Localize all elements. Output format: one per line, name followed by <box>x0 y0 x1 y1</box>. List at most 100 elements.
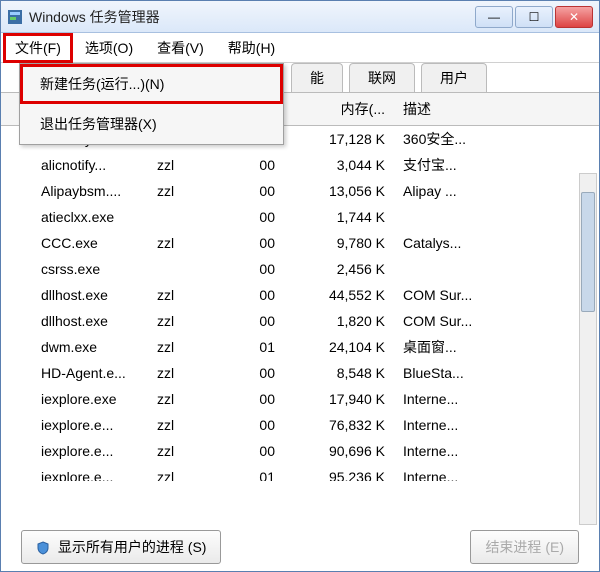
cell-mem: 2,456 K <box>281 258 391 280</box>
show-all-users-button[interactable]: 显示所有用户的进程 (S) <box>21 530 221 564</box>
table-row[interactable]: atieclxx.exe 001,744 K <box>1 204 599 230</box>
table-row[interactable]: CCC.exezzl009,780 KCatalys... <box>1 230 599 256</box>
cell-user: zzl <box>151 310 231 332</box>
menu-item-new-task[interactable]: 新建任务(运行...)(N) <box>20 64 283 104</box>
app-icon <box>7 9 23 25</box>
cell-desc: Interne... <box>391 414 599 436</box>
cell-user: zzl <box>151 154 231 176</box>
shield-icon <box>36 541 50 555</box>
cell-user <box>151 214 231 220</box>
cell-mem: 8,548 K <box>281 362 391 384</box>
cell-cpu: 01 <box>231 466 281 481</box>
cell-desc: Interne... <box>391 440 599 462</box>
table-row[interactable]: iexplore.e...zzl0090,696 KInterne... <box>1 438 599 464</box>
cell-desc: Interne... <box>391 466 599 481</box>
cell-name: Alipaybsm.... <box>1 180 151 202</box>
cell-user: zzl <box>151 232 231 254</box>
cell-cpu: 00 <box>231 258 281 280</box>
cell-cpu: 00 <box>231 440 281 462</box>
cell-desc <box>391 214 599 220</box>
cell-user: zzl <box>151 414 231 436</box>
cell-mem: 90,696 K <box>281 440 391 462</box>
cell-mem: 95,236 K <box>281 466 391 481</box>
cell-cpu: 00 <box>231 414 281 436</box>
cell-name: alicnotify... <box>1 154 151 176</box>
menubar: 文件(F) 选项(O) 查看(V) 帮助(H) <box>1 33 599 63</box>
col-description[interactable]: 描述 <box>391 96 599 122</box>
cell-desc: COM Sur... <box>391 310 599 332</box>
cell-user <box>151 266 231 272</box>
menu-view[interactable]: 查看(V) <box>145 33 216 63</box>
maximize-button[interactable]: ☐ <box>515 6 553 28</box>
table-row[interactable]: dllhost.exezzl0044,552 KCOM Sur... <box>1 282 599 308</box>
titlebar[interactable]: Windows 任务管理器 — ☐ ✕ <box>1 1 599 33</box>
table-body: 360Tray.ex...zzl0017,128 K360安全...alicno… <box>1 126 599 481</box>
cell-user: zzl <box>151 336 231 358</box>
cell-mem: 1,744 K <box>281 206 391 228</box>
close-button[interactable]: ✕ <box>555 6 593 28</box>
cell-mem: 76,832 K <box>281 414 391 436</box>
cell-cpu: 00 <box>231 180 281 202</box>
cell-cpu: 00 <box>231 362 281 384</box>
file-menu-dropdown: 新建任务(运行...)(N) 退出任务管理器(X) <box>19 63 284 145</box>
cell-mem: 3,044 K <box>281 154 391 176</box>
minimize-button[interactable]: — <box>475 6 513 28</box>
cell-desc: 桌面窗... <box>391 334 599 360</box>
menu-item-exit[interactable]: 退出任务管理器(X) <box>20 104 283 144</box>
table-row[interactable]: iexplore.e...zzl0195,236 KInterne... <box>1 464 599 481</box>
scroll-thumb[interactable] <box>581 192 595 312</box>
cell-desc <box>391 266 599 272</box>
cell-desc: Interne... <box>391 388 599 410</box>
cell-name: iexplore.e... <box>1 440 151 462</box>
cell-cpu: 00 <box>231 388 281 410</box>
tab-networking[interactable]: 联网 <box>349 63 415 92</box>
cell-name: iexplore.e... <box>1 466 151 481</box>
cell-desc: Catalys... <box>391 232 599 254</box>
cell-name: dllhost.exe <box>1 284 151 306</box>
cell-cpu: 00 <box>231 154 281 176</box>
table-row[interactable]: dwm.exezzl0124,104 K桌面窗... <box>1 334 599 360</box>
cell-mem: 17,128 K <box>281 128 391 150</box>
cell-mem: 1,820 K <box>281 310 391 332</box>
cell-name: HD-Agent.e... <box>1 362 151 384</box>
cell-name: iexplore.e... <box>1 414 151 436</box>
process-table: ...U 内存(... 描述 360Tray.ex...zzl0017,128 … <box>1 93 599 481</box>
menu-help[interactable]: 帮助(H) <box>216 33 287 63</box>
task-manager-window: Windows 任务管理器 — ☐ ✕ 文件(F) 选项(O) 查看(V) 帮助… <box>0 0 600 572</box>
cell-desc: 360安全... <box>391 126 599 152</box>
cell-user: zzl <box>151 180 231 202</box>
cell-desc: COM Sur... <box>391 284 599 306</box>
col-memory[interactable]: 内存(... <box>281 96 391 122</box>
window-title: Windows 任务管理器 <box>29 7 475 27</box>
vertical-scrollbar[interactable] <box>579 173 597 525</box>
cell-cpu: 01 <box>231 336 281 358</box>
end-process-button[interactable]: 结束进程 (E) <box>470 530 579 564</box>
cell-name: CCC.exe <box>1 232 151 254</box>
cell-name: atieclxx.exe <box>1 206 151 228</box>
tab-performance[interactable]: 能 <box>291 63 343 92</box>
cell-user: zzl <box>151 362 231 384</box>
menu-options[interactable]: 选项(O) <box>73 33 145 63</box>
cell-desc: BlueSta... <box>391 362 599 384</box>
table-row[interactable]: Alipaybsm....zzl0013,056 KAlipay ... <box>1 178 599 204</box>
table-row[interactable]: csrss.exe002,456 K <box>1 256 599 282</box>
cell-user: zzl <box>151 440 231 462</box>
tab-users[interactable]: 用户 <box>421 63 487 92</box>
table-row[interactable]: dllhost.exezzl001,820 KCOM Sur... <box>1 308 599 334</box>
menu-file[interactable]: 文件(F) <box>3 33 73 63</box>
table-row[interactable]: iexplore.e...zzl0076,832 KInterne... <box>1 412 599 438</box>
show-all-users-label: 显示所有用户的进程 (S) <box>58 539 207 555</box>
cell-name: dwm.exe <box>1 336 151 358</box>
cell-mem: 24,104 K <box>281 336 391 358</box>
table-row[interactable]: alicnotify...zzl003,044 K支付宝... <box>1 152 599 178</box>
cell-cpu: 00 <box>231 206 281 228</box>
cell-mem: 13,056 K <box>281 180 391 202</box>
cell-user: zzl <box>151 466 231 481</box>
table-row[interactable]: HD-Agent.e...zzl008,548 KBlueSta... <box>1 360 599 386</box>
cell-cpu: 00 <box>231 310 281 332</box>
cell-mem: 9,780 K <box>281 232 391 254</box>
cell-cpu: 00 <box>231 232 281 254</box>
table-row[interactable]: iexplore.exezzl0017,940 KInterne... <box>1 386 599 412</box>
cell-desc: Alipay ... <box>391 180 599 202</box>
cell-desc: 支付宝... <box>391 152 599 178</box>
